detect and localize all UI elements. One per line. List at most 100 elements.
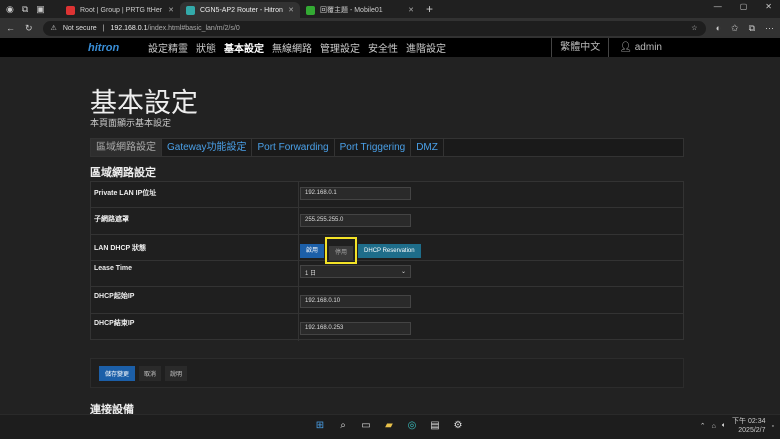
taskbar-apps: ⊞ ⌕ ▭ ▰ ◎ ▤ ⚙ [313,419,465,433]
profile-icon[interactable]: ◉ [6,4,14,15]
menu-status[interactable]: 狀態 [196,40,216,55]
tab-port-triggering[interactable]: Port Triggering [335,139,412,156]
address-bar-row: ← ↻ ⚠ Not secure | 192.168.0.1/index.htm… [0,18,780,38]
dhcp-reservation-button[interactable]: DHCP Reservation [358,243,421,258]
dhcp-start-label: DHCP起始IP [94,293,135,300]
user-icon: 👤︎ [619,42,632,53]
settings-more-icon[interactable]: ⋯ [765,23,774,34]
lease-label: Lease Time [94,265,133,272]
lan-ip-label: Private LAN IP位址 [94,190,157,197]
close-window-icon[interactable]: ✕ [765,2,772,11]
dhcp-enable-button[interactable]: 啟用 [300,243,325,258]
menu-security[interactable]: 安全性 [368,40,398,55]
address-bar[interactable]: ⚠ Not secure | 192.168.0.1/index.html#ba… [42,20,706,36]
close-tab-icon[interactable]: ✕ [288,6,294,14]
network-icon[interactable]: ⌂ [712,423,716,430]
form-row-lan-ip: Private LAN IP位址 192.168.0.1 [91,182,683,208]
form-actions: 儲存變更 取消 說明 [90,358,684,388]
toolbar-right: ◐ ✩ ⧉ ⋯ [716,23,774,34]
hitron-logo[interactable]: hitron [88,42,148,54]
task-view-icon[interactable]: ▭ [359,419,373,433]
router-favicon-icon [186,5,195,15]
settings-gear-icon[interactable]: ⚙ [451,419,465,433]
start-icon[interactable]: ⊞ [313,419,327,433]
form-row-dhcp-start: DHCP起始IP 192.168.0.10 [91,287,683,314]
dhcp-disable-button[interactable]: 停用 [329,246,354,260]
tab-gateway[interactable]: Gateway功能設定 [162,139,253,156]
tab-title: CGN5-AP2 Router - Hitron Techn [200,6,283,14]
volume-icon[interactable]: 🔈︎ [722,422,726,430]
close-tab-icon[interactable]: ✕ [168,6,174,14]
edge-icon[interactable]: ◎ [405,419,419,433]
tray-chevron-icon[interactable]: ⌃ [700,422,706,430]
main-menu: 設定精靈 狀態 基本設定 無線網路 管理設定 安全性 進階設定 [148,40,446,55]
favorite-star-icon[interactable]: ☆ [691,24,697,32]
extensions-icon[interactable]: ◐ [716,23,721,34]
menu-basic-settings[interactable]: 基本設定 [224,40,264,55]
lease-select[interactable]: 1 日 ⌄ [300,265,411,278]
minimize-icon[interactable]: — [714,2,722,11]
url-host: 192.168.0.1 [110,24,148,32]
url-path: /index.html#basic_lan/m/2/s/0 [147,24,240,32]
security-label[interactable]: Not secure [63,25,97,32]
refresh-icon[interactable]: ↻ [25,23,33,34]
back-icon[interactable]: ← [6,23,15,33]
browser-tab-prtg[interactable]: Root | Group | PRTG ftHer ✕ [60,2,180,18]
form-row-lease: Lease Time 1 日 ⌄ [91,261,683,287]
browser-tab-mobile01[interactable]: 回覆主題 - Mobile01 ✕ [300,2,420,18]
menu-advanced[interactable]: 進階設定 [406,40,446,55]
lease-value: 1 日 [305,271,317,277]
username: admin [634,42,662,53]
warning-icon[interactable]: ⚠ [51,24,57,32]
notification-icon[interactable]: ▫ [772,423,774,430]
url-text[interactable]: 192.168.0.1/index.html#basic_lan/m/2/s/0 [111,25,240,32]
dhcp-end-input[interactable]: 192.168.0.253 [300,322,411,335]
nav-right: 繁體中文 👤︎ admin [551,38,672,57]
menu-admin[interactable]: 管理設定 [320,40,360,55]
clock[interactable]: 下午 02:34 2025/2/7 [732,417,765,435]
chevron-down-icon: ⌄ [400,269,406,275]
maximize-icon[interactable]: ▢ [740,2,748,11]
clock-time: 下午 02:34 [732,418,766,425]
tab-port-forwarding[interactable]: Port Forwarding [252,139,335,156]
windows-taskbar: ⊞ ⌕ ▭ ▰ ◎ ▤ ⚙ ⌃ ⌂ 🔈︎ 下午 02:34 2025/2/7 ▫ [0,414,780,439]
cancel-button[interactable]: 取消 [139,365,162,381]
page-title: 基本設定 [90,88,198,119]
search-icon[interactable]: ⌕ [336,419,350,433]
form-row-subnet: 子網路遮罩 255.255.255.0 [91,208,683,235]
user-menu[interactable]: 👤︎ admin [608,38,672,57]
tab-lan-settings[interactable]: 區域網路設定 [91,139,162,156]
page-subtitle: 本頁面顯示基本設定 [90,118,172,128]
menu-wireless[interactable]: 無線網路 [272,40,312,55]
section-title: 區域網路設定 [90,167,156,179]
new-tab-icon[interactable]: + [426,2,433,16]
save-button[interactable]: 儲存變更 [99,365,136,381]
subtabs: 區域網路設定 Gateway功能設定 Port Forwarding Port … [90,138,684,157]
subnet-input[interactable]: 255.255.255.0 [300,214,411,227]
subnet-label: 子網路遮罩 [94,216,129,223]
file-explorer-icon[interactable]: ▰ [382,419,396,433]
tab-title: 回覆主題 - Mobile01 [320,7,383,14]
tab-dmz[interactable]: DMZ [411,139,444,156]
dhcp-toggle-group: 啟用 停用 DHCP Reservation [300,237,421,264]
terminal-icon[interactable]: ▤ [428,419,442,433]
favorites-icon[interactable]: ✩ [731,23,739,34]
help-button[interactable]: 說明 [165,365,188,381]
workspaces-icon[interactable]: ⧉ [22,4,28,15]
form-row-dhcp-end: DHCP結束IP 192.168.0.253 [91,314,683,341]
highlight-box: 停用 [325,237,358,264]
page-content: 基本設定 本頁面顯示基本設定 區域網路設定 Gateway功能設定 Port F… [0,57,780,414]
browser-tab-router[interactable]: CGN5-AP2 Router - Hitron Techn ✕ [180,2,300,18]
close-tab-icon[interactable]: ✕ [408,6,414,14]
menu-wizard[interactable]: 設定精靈 [148,40,188,55]
collections-icon[interactable]: ⧉ [749,23,755,34]
form-row-dhcp: LAN DHCP 狀態 啟用 停用 DHCP Reservation [91,235,683,264]
browser-profile-area: ◉ ⧉ ▣ [0,4,60,15]
tab-actions-icon[interactable]: ▣ [36,4,45,15]
dhcp-start-input[interactable]: 192.168.0.10 [300,295,411,308]
clock-date: 2025/2/7 [738,427,766,434]
lan-ip-input[interactable]: 192.168.0.1 [300,187,411,200]
window-controls: — ▢ ✕ [714,2,772,11]
language-selector[interactable]: 繁體中文 [551,38,608,57]
lan-settings-form: Private LAN IP位址 192.168.0.1 子網路遮罩 255.2… [90,181,684,341]
